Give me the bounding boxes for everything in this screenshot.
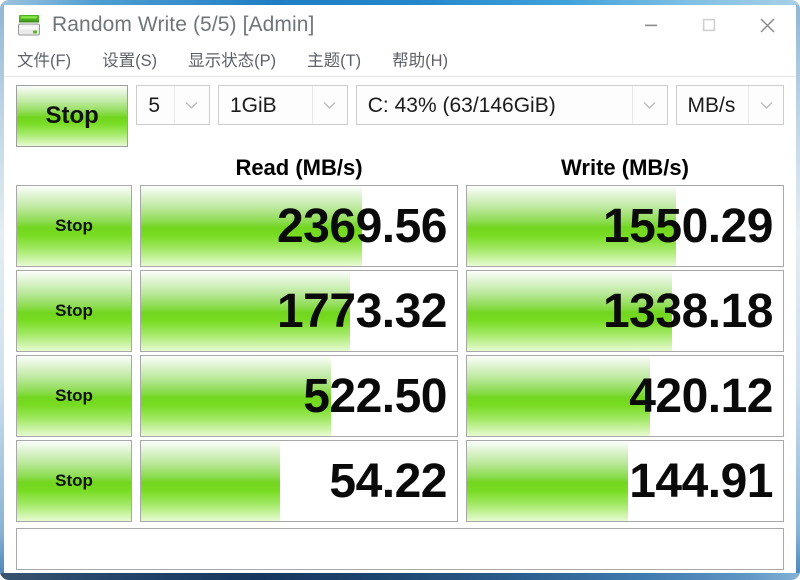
- write-bar-3: [467, 356, 651, 436]
- write-result-cell-1: 1550.29: [466, 185, 784, 267]
- read-value-2: 1773.32: [276, 284, 448, 338]
- maximize-button[interactable]: [680, 4, 738, 46]
- crystaldiskmark-window: Random Write (5/5) [Admin] 文件(F) 设置(S) 显…: [0, 0, 800, 580]
- close-button[interactable]: [738, 4, 796, 46]
- write-result-cell-3: 420.12: [466, 355, 784, 437]
- row-stop-button-4[interactable]: Stop: [16, 440, 132, 522]
- test-count-select[interactable]: 5: [136, 85, 210, 125]
- window-border-left: [0, 4, 4, 576]
- disk-drive-icon: [16, 11, 44, 39]
- row-stop-button-3[interactable]: Stop: [16, 355, 132, 437]
- read-bar-4: [141, 441, 281, 521]
- status-bar: [16, 528, 784, 570]
- test-size-value: 1GiB: [229, 94, 277, 116]
- write-result-cell-2: 1338.18: [466, 270, 784, 352]
- write-column-header: Write (MB/s): [561, 155, 689, 180]
- chevron-down-icon[interactable]: [311, 86, 347, 124]
- row-stop-button-2[interactable]: Stop: [16, 270, 132, 352]
- menu-item-theme[interactable]: 主题(T): [305, 53, 374, 70]
- menu-bar: 文件(F) 设置(S) 显示状态(P) 主题(T) 帮助(H): [4, 46, 796, 77]
- menu-item-file[interactable]: 文件(F): [15, 53, 84, 70]
- main-content: Stop 5 1GiB C: 43% (63/146GiB) MB/s Read…: [4, 77, 796, 570]
- minimize-icon: [645, 24, 657, 27]
- read-value-4: 54.22: [329, 454, 447, 508]
- read-value-1: 2369.56: [276, 199, 448, 253]
- read-bar-3: [141, 356, 331, 436]
- write-value-4: 144.91: [629, 454, 773, 508]
- read-value-3: 522.50: [303, 369, 447, 423]
- client-area: Random Write (5/5) [Admin] 文件(F) 设置(S) 显…: [4, 4, 796, 573]
- read-column-header: Read (MB/s): [235, 155, 363, 180]
- table-row: Stop 522.50 420.12: [16, 355, 784, 437]
- write-value-3: 420.12: [629, 369, 773, 423]
- read-result-cell-3: 522.50: [140, 355, 458, 437]
- read-result-cell-2: 1773.32: [140, 270, 458, 352]
- close-icon: [759, 17, 775, 33]
- column-headers: Read (MB/s) Write (MB/s): [16, 151, 784, 185]
- write-result-cell-4: 144.91: [466, 440, 784, 522]
- results-table: Stop 2369.56 1550.29 Stop 1773.32 1338.1…: [16, 185, 784, 522]
- window-controls: [622, 4, 796, 46]
- title-bar: Random Write (5/5) [Admin]: [4, 4, 796, 46]
- test-count-value: 5: [148, 94, 161, 116]
- unit-value: MB/s: [687, 94, 736, 116]
- menu-item-settings[interactable]: 设置(S): [100, 53, 170, 70]
- row-stop-button-1[interactable]: Stop: [16, 185, 132, 267]
- all-stop-button[interactable]: Stop: [16, 85, 129, 147]
- window-title: Random Write (5/5) [Admin]: [52, 13, 315, 36]
- chevron-down-icon[interactable]: [173, 86, 209, 124]
- menu-item-help[interactable]: 帮助(H): [390, 53, 461, 70]
- chevron-down-icon[interactable]: [631, 86, 667, 124]
- write-value-1: 1550.29: [602, 199, 774, 253]
- toolbar: Stop 5 1GiB C: 43% (63/146GiB) MB/s: [16, 85, 785, 147]
- chevron-down-icon[interactable]: [748, 86, 783, 124]
- maximize-icon: [702, 18, 716, 32]
- minimize-button[interactable]: [622, 4, 680, 46]
- menu-item-profile[interactable]: 显示状态(P): [186, 53, 289, 70]
- table-row: Stop 1773.32 1338.18: [16, 270, 784, 352]
- write-value-2: 1338.18: [602, 284, 774, 338]
- write-bar-4: [467, 441, 629, 521]
- table-row: Stop 2369.56 1550.29: [16, 185, 784, 267]
- unit-select[interactable]: MB/s: [675, 85, 785, 125]
- read-result-cell-1: 2369.56: [140, 185, 458, 267]
- drive-select[interactable]: C: 43% (63/146GiB): [355, 85, 668, 125]
- window-border-right: [796, 4, 800, 576]
- read-result-cell-4: 54.22: [140, 440, 458, 522]
- window-border-top: [0, 0, 800, 5]
- window-border-bottom: [0, 573, 800, 580]
- drive-value: C: 43% (63/146GiB): [367, 94, 556, 116]
- test-size-select[interactable]: 1GiB: [217, 85, 348, 125]
- table-row: Stop 54.22 144.91: [16, 440, 784, 522]
